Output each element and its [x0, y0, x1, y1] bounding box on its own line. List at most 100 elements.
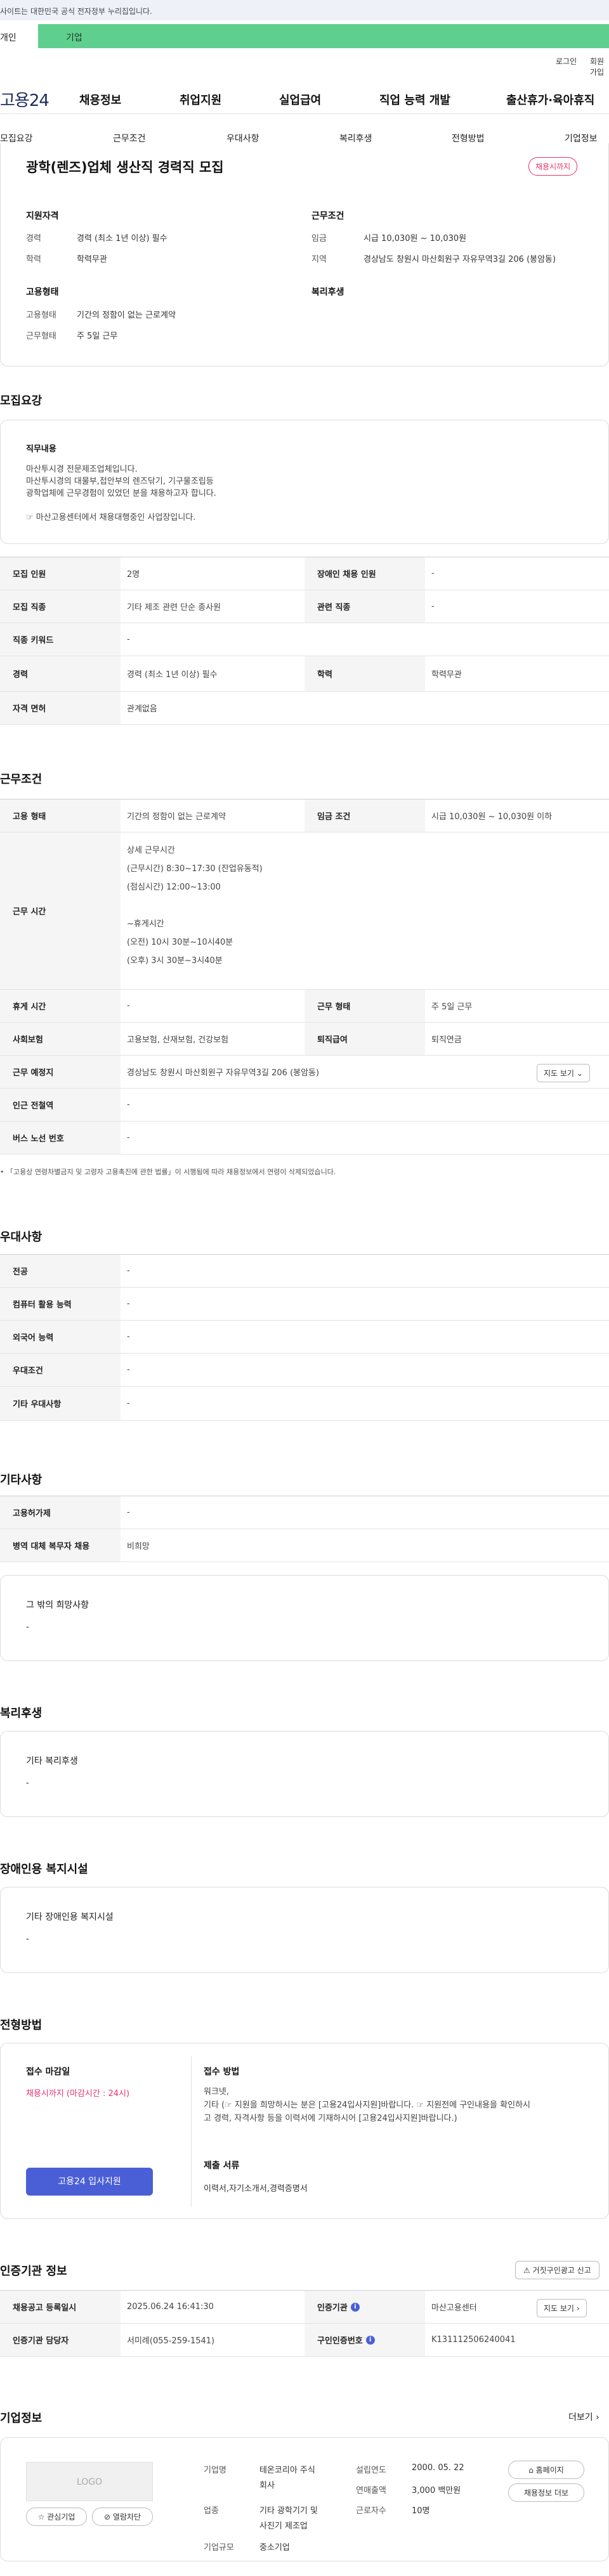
agency-map-button[interactable]: 지도 보기 › — [537, 2299, 587, 2317]
block-view-button[interactable]: ⊘ 열람차단 — [92, 2508, 153, 2526]
age-law-footnote: • 「고용상 연령차별금지 및 고령자 고용촉진에 관한 법률」이 시행됨에 따… — [0, 1167, 336, 1177]
anchor-welfare[interactable]: 복리후생 — [339, 132, 372, 145]
disabled-box-title: 기타 장애인용 복지시설 — [26, 1912, 114, 1922]
table-row: 직종 키워드 - — [0, 623, 609, 656]
company-name-label: 기업명 — [204, 2466, 226, 2475]
duty-heading: 직무내용 — [26, 444, 56, 454]
row-value: - — [127, 1299, 130, 1309]
table-row: 고용허가제 - — [0, 1496, 609, 1529]
info-icon[interactable]: i — [350, 2302, 360, 2312]
row-header: 인증기관 담당자 — [0, 2324, 121, 2356]
site-logo[interactable]: 고용24 — [0, 87, 49, 111]
row-value: 학력무관 — [431, 670, 462, 680]
etc-table: 고용허가제 - 병역 대체 복무자 채용 비희망 — [0, 1496, 609, 1562]
row-value: 2명 — [127, 570, 140, 579]
join-link[interactable]: 회원가입 — [590, 56, 609, 77]
row-header: 모집 인원 — [0, 557, 121, 590]
footnote-text: 「고용상 연령차별금지 및 고령자 고용촉진에 관한 법률」이 시행됨에 따라 … — [6, 1168, 336, 1176]
work-section-title: 근무조건 — [0, 773, 43, 786]
duty-line: 마산투시경의 대물부,접안부의 렌즈닦기, 기구물조립등 — [26, 477, 214, 486]
prefer-table: 전공 - 컴퓨터 활용 능력 - 외국어 능력 - 우대조건 - 기타 우대사항 - — [0, 1254, 609, 1421]
other-jobs-button[interactable]: 채용정보 더보 — [508, 2483, 584, 2502]
favorite-company-button[interactable]: ☆ 관심기업 — [26, 2508, 87, 2526]
home-icon: ⌂ — [528, 2466, 534, 2475]
row-value: 주 5일 근무 — [431, 1002, 473, 1012]
time-line: 상세 근무시간 — [127, 846, 175, 855]
workers-value: 10명 — [412, 2506, 430, 2516]
row-header: 휴게 시간 — [0, 990, 121, 1022]
row-value: - — [127, 1266, 130, 1276]
row-header: 근무 예정지 — [0, 1056, 121, 1088]
welfare-box-value: - — [26, 1778, 29, 1788]
industry-line1: 기타 광학기기 및 — [259, 2506, 318, 2516]
region-value: 경상남도 창원시 마산회원구 자유무역3길 206 (봉암동) — [363, 255, 556, 264]
login-link[interactable]: 로그인 — [556, 56, 577, 67]
homepage-button[interactable]: ⌂ 홈페이지 — [508, 2461, 584, 2479]
row-value: 기타 제조 관련 단순 종사원 — [127, 603, 221, 612]
row-value: 관계없음 — [127, 704, 157, 714]
gnb-item-jobs[interactable]: 채용정보 — [79, 91, 121, 108]
chevron-right-icon: › — [596, 2412, 599, 2423]
homepage-label: 홈페이지 — [535, 2466, 564, 2475]
row-value: 서미례(055-259-1541) — [127, 2336, 215, 2346]
company-size-value: 중소기업 — [259, 2543, 290, 2553]
row-value: - — [127, 1001, 130, 1011]
table-row: 모집 인원 2명 장애인 채용 인원 - — [0, 557, 609, 590]
row-header: 자격 면허 — [0, 692, 121, 724]
gov-notice-text: 사이트는 대한민국 공식 전자정부 누리집입니다. — [0, 7, 152, 16]
anchor-preferences[interactable]: 우대사항 — [226, 132, 259, 145]
gnb-item-vocational-training[interactable]: 직업 능력 개발 — [379, 91, 450, 108]
time-line: (근무시간) 8:30~17:30 (잔업유동적) — [127, 864, 263, 874]
job-summary-card: 광학(렌즈)업체 생산직 경력직 모집 채용시까지 지원자격 경력 경력 (최소… — [0, 143, 609, 366]
docs-title: 제출 서류 — [204, 2161, 240, 2171]
tab-business[interactable]: 기업 — [38, 24, 609, 48]
report-fake-ad-button[interactable]: ⚠ 거짓구인광고 신고 — [515, 2261, 599, 2279]
company-more-link[interactable]: 더보기 › — [568, 2411, 599, 2423]
gnb-item-unemployment-benefit[interactable]: 실업급여 — [279, 91, 321, 108]
industry-line2: 사진기 제조업 — [259, 2521, 308, 2531]
deadline-value: 채용시까지 (마감시간 : 24시) — [26, 2089, 130, 2099]
anchor-company[interactable]: 기업정보 — [565, 132, 598, 145]
deadline-title: 접수 마감일 — [26, 2067, 70, 2077]
table-row: 근무 시간 상세 근무시간 (근무시간) 8:30~17:30 (잔업유동적) … — [0, 832, 609, 990]
agency-table: 채용공고 등록일시 2025.06.24 16:41:30 인증기관 i 마산고용… — [0, 2290, 609, 2357]
table-row: 인증기관 담당자 서미례(055-259-1541) 구인인증번호 i K1311… — [0, 2324, 609, 2357]
deadline-badge: 채용시까지 — [528, 157, 578, 176]
welfare-section-title: 복리후생 — [0, 1707, 43, 1720]
row-value: K131112506240041 — [431, 2335, 516, 2345]
row-value: - — [431, 602, 435, 611]
table-row: 외국어 능력 - — [0, 1321, 609, 1354]
gnb-item-employment-support[interactable]: 취업지원 — [180, 91, 221, 108]
row-header: 구인인증번호 i — [304, 2324, 425, 2356]
selection-box: 접수 마감일 채용시까지 (마감시간 : 24시) 고용24 입사지원 접수 방… — [0, 2043, 609, 2219]
anchor-recruit[interactable]: 모집요강 — [0, 132, 33, 145]
duty-line: 마산투시경 전문제조업체입니다. — [26, 465, 138, 474]
info-icon[interactable]: i — [365, 2335, 375, 2345]
other-wishes-value: - — [26, 1622, 29, 1632]
row-value: 기간의 정함이 없는 근로계약 — [127, 812, 226, 822]
employment-type-label: 고용형태 — [26, 311, 56, 320]
anchor-work-conditions[interactable]: 근무조건 — [113, 132, 146, 145]
work-place-map-button[interactable]: 지도 보기 ⌄ — [537, 1064, 590, 1082]
other-wishes-title: 그 밖의 희망사항 — [26, 1600, 89, 1610]
company-size-label: 기업규모 — [204, 2543, 234, 2553]
row-value: 경상남도 창원시 마산회원구 자유무역3길 206 (봉암동) — [127, 1068, 320, 1078]
gnb-item-parental-leave[interactable]: 출산휴가·육아휴직 — [506, 91, 594, 108]
row-value: 시급 10,030원 ~ 10,030원 이하 — [431, 812, 553, 822]
tab-individual[interactable]: 개인 — [0, 24, 38, 48]
more-label: 더보기 — [568, 2412, 593, 2423]
row-header: 근무 형태 — [304, 990, 425, 1022]
employment-type-heading: 고용형태 — [26, 287, 59, 297]
row-value: - — [127, 1332, 130, 1342]
company-name-line2: 회사 — [259, 2481, 275, 2490]
row-value: 고용보험, 산재보험, 건강보험 — [127, 1035, 229, 1045]
row-value: - — [127, 1365, 130, 1375]
method-line: 워크넷, — [204, 2087, 230, 2097]
row-header: 관련 직종 — [304, 590, 425, 623]
wage-value: 시급 10,030원 ~ 10,030원 — [363, 234, 467, 243]
etc-section-title: 기타사항 — [0, 1473, 43, 1487]
work-form-label: 근무형태 — [26, 332, 56, 341]
apply-button[interactable]: 고용24 입사지원 — [26, 2168, 153, 2196]
block-icon: ⊘ — [103, 2513, 111, 2521]
anchor-selection[interactable]: 전형방법 — [452, 132, 485, 145]
